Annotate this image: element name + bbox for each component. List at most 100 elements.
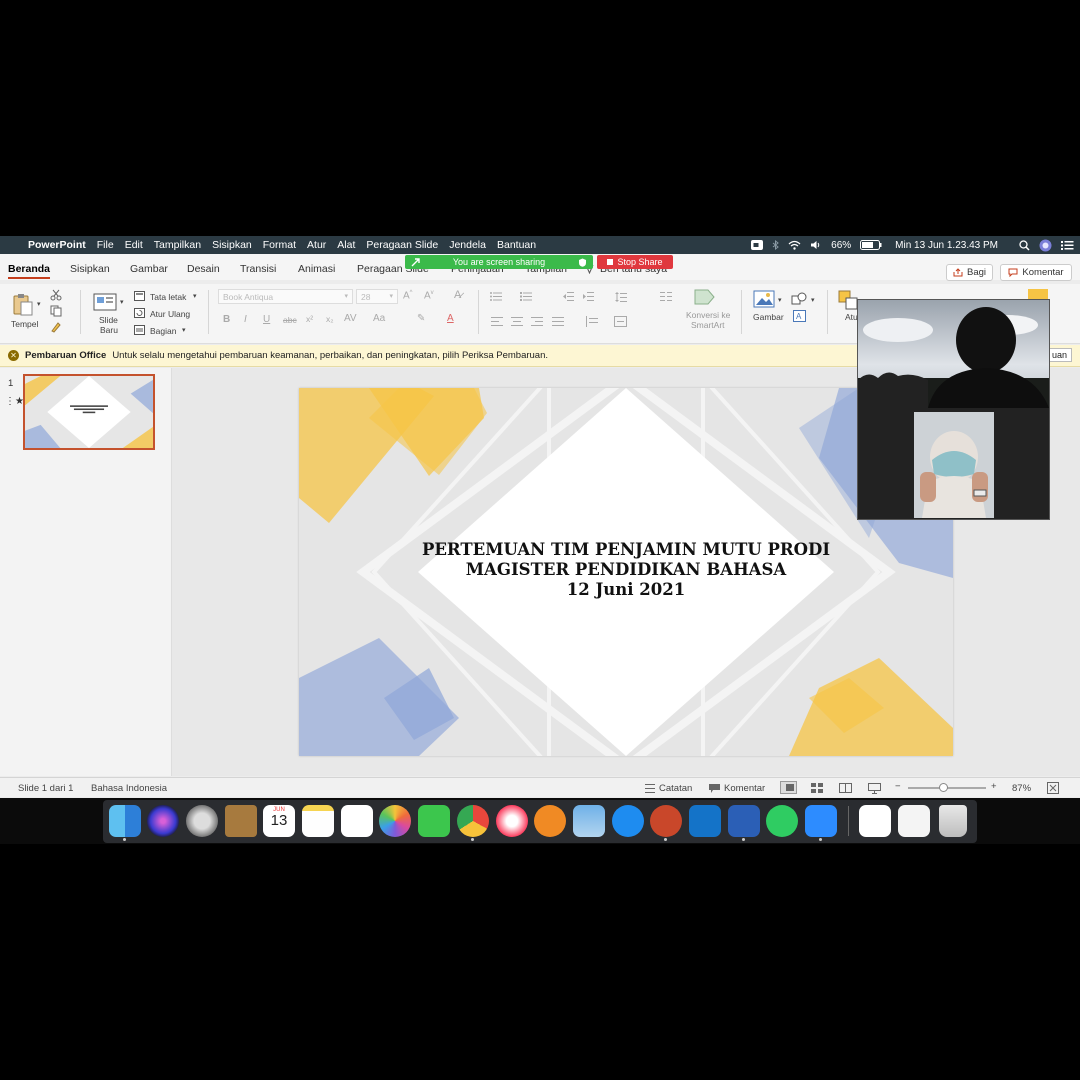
increase-indent-icon[interactable] bbox=[583, 292, 594, 301]
slide-thumbnail[interactable] bbox=[23, 374, 155, 450]
tab-gambar[interactable]: Gambar bbox=[130, 263, 168, 275]
zoom-video-window[interactable] bbox=[857, 299, 1050, 520]
menu-atur[interactable]: Atur bbox=[307, 239, 326, 251]
volume-icon[interactable] bbox=[810, 240, 822, 250]
arrange-label[interactable]: Atu bbox=[845, 312, 858, 322]
reset-icon[interactable] bbox=[134, 308, 145, 318]
zoom-level[interactable]: 87% bbox=[1012, 783, 1031, 794]
decrease-indent-icon[interactable] bbox=[563, 292, 574, 301]
menu-format[interactable]: Format bbox=[263, 239, 296, 251]
section-icon[interactable] bbox=[134, 325, 145, 335]
appstore-icon[interactable] bbox=[612, 805, 644, 837]
align-text-icon[interactable] bbox=[614, 316, 627, 327]
launchpad-icon[interactable] bbox=[186, 805, 218, 837]
tab-transisi[interactable]: Transisi bbox=[240, 263, 276, 275]
menu-sisipkan[interactable]: Sisipkan bbox=[212, 239, 252, 251]
layout-icon[interactable] bbox=[134, 291, 145, 301]
new-slide-label-1[interactable]: Slide bbox=[99, 315, 118, 325]
stop-share-button[interactable]: Stop Share bbox=[597, 255, 673, 269]
contacts-icon[interactable] bbox=[225, 805, 257, 837]
control-center-list-icon[interactable] bbox=[1061, 240, 1074, 250]
character-spacing-icon[interactable]: AV bbox=[344, 313, 357, 324]
zoom-status-icon[interactable] bbox=[751, 240, 764, 250]
strikethrough-icon[interactable]: abc bbox=[283, 315, 297, 325]
comments-status-label[interactable]: Komentar bbox=[724, 783, 765, 794]
font-color-icon[interactable]: A bbox=[447, 313, 454, 324]
reset-label[interactable]: Atur Ulang bbox=[150, 309, 190, 319]
notes-label[interactable]: Catatan bbox=[659, 783, 692, 794]
zoom-in-icon[interactable]: + bbox=[991, 781, 997, 792]
zoom-out-icon[interactable]: − bbox=[895, 781, 901, 792]
calendar-icon[interactable]: JUN 13 bbox=[263, 805, 295, 837]
bluetooth-icon[interactable] bbox=[772, 240, 779, 250]
screen-sharing-indicator[interactable]: You are screen sharing bbox=[405, 255, 593, 269]
align-right-icon[interactable] bbox=[531, 317, 543, 326]
menu-peragaan-slide[interactable]: Peragaan Slide bbox=[366, 239, 438, 251]
tab-animasi[interactable]: Animasi bbox=[298, 263, 335, 275]
zoom-slider-thumb[interactable] bbox=[938, 783, 948, 792]
finder-icon[interactable] bbox=[109, 805, 141, 837]
keynote-icon[interactable] bbox=[859, 805, 891, 837]
align-center-icon[interactable] bbox=[511, 317, 523, 326]
clear-formatting-icon[interactable]: A̷ bbox=[454, 289, 461, 301]
preview-icon[interactable] bbox=[573, 805, 605, 837]
new-slide-label-2[interactable]: Baru bbox=[100, 325, 118, 335]
whatsapp-icon[interactable] bbox=[766, 805, 798, 837]
paste-dropdown-icon[interactable]: ▾ bbox=[37, 300, 41, 308]
reminders-icon[interactable] bbox=[341, 805, 373, 837]
font-name-select[interactable]: Book Antiqua ▾ bbox=[218, 289, 353, 304]
pages-icon[interactable] bbox=[898, 805, 930, 837]
menu-edit[interactable]: Edit bbox=[125, 239, 143, 251]
underline-icon[interactable]: U bbox=[263, 314, 270, 325]
menu-tampilkan[interactable]: Tampilkan bbox=[154, 239, 201, 251]
shapes-dropdown-icon[interactable]: ▾ bbox=[811, 296, 815, 304]
align-left-icon[interactable] bbox=[491, 317, 503, 326]
menu-alat[interactable]: Alat bbox=[337, 239, 355, 251]
facetime-icon[interactable] bbox=[418, 805, 450, 837]
word-icon[interactable] bbox=[728, 805, 760, 837]
reading-view-icon[interactable] bbox=[839, 783, 852, 793]
cut-icon[interactable] bbox=[50, 289, 62, 301]
picture-dropdown-icon[interactable]: ▾ bbox=[778, 296, 782, 304]
comments-button[interactable]: Komentar bbox=[1000, 264, 1072, 281]
subscript-icon[interactable]: x₂ bbox=[326, 314, 334, 324]
smartart-label-1[interactable]: Konversi ke bbox=[686, 310, 730, 320]
section-label[interactable]: Bagian bbox=[150, 326, 176, 336]
check-updates-button[interactable]: uan bbox=[1046, 348, 1072, 362]
books-icon[interactable] bbox=[534, 805, 566, 837]
bold-icon[interactable]: B bbox=[223, 314, 230, 325]
menu-file[interactable]: File bbox=[97, 239, 114, 251]
slideshow-icon[interactable] bbox=[868, 783, 881, 794]
paste-icon[interactable] bbox=[12, 292, 34, 316]
zoom-icon[interactable] bbox=[805, 805, 837, 837]
layout-dropdown-icon[interactable]: ▾ bbox=[193, 292, 197, 300]
highlight-icon[interactable]: ✎ bbox=[417, 313, 425, 324]
fit-to-window-icon[interactable] bbox=[1047, 782, 1059, 794]
chrome-icon[interactable] bbox=[457, 805, 489, 837]
superscript-icon[interactable]: x² bbox=[306, 314, 313, 324]
change-case-icon[interactable]: Aa bbox=[373, 313, 385, 324]
increase-font-icon[interactable]: A^ bbox=[403, 290, 413, 301]
dismiss-notification-icon[interactable]: ✕ bbox=[8, 350, 19, 361]
layout-label[interactable]: Tata letak bbox=[150, 292, 186, 302]
font-size-select[interactable]: 28 ▾ bbox=[356, 289, 398, 304]
outlook-icon[interactable] bbox=[689, 805, 721, 837]
bullets-icon[interactable] bbox=[490, 292, 502, 301]
siri-icon[interactable] bbox=[147, 805, 179, 837]
slide-canvas[interactable]: PERTEMUAN TIM PENJAMIN MUTU PRODI MAGIST… bbox=[299, 388, 953, 756]
line-spacing-icon[interactable] bbox=[615, 292, 627, 302]
normal-view-icon[interactable] bbox=[780, 781, 797, 794]
tab-sisipkan[interactable]: Sisipkan bbox=[70, 263, 110, 275]
text-direction-icon[interactable] bbox=[586, 316, 598, 327]
section-dropdown-icon[interactable]: ▾ bbox=[182, 326, 186, 334]
format-painter-icon[interactable] bbox=[50, 321, 62, 333]
smartart-label-2[interactable]: SmartArt bbox=[691, 320, 725, 330]
battery-icon[interactable] bbox=[860, 240, 882, 250]
smartart-icon[interactable] bbox=[694, 288, 716, 306]
trash-icon[interactable] bbox=[939, 805, 967, 837]
textbox-icon[interactable]: A bbox=[793, 310, 806, 322]
menu-bantuan[interactable]: Bantuan bbox=[497, 239, 536, 251]
menu-jendela[interactable]: Jendela bbox=[449, 239, 486, 251]
notes-icon[interactable] bbox=[302, 805, 334, 837]
comments-status-icon[interactable] bbox=[709, 784, 720, 793]
